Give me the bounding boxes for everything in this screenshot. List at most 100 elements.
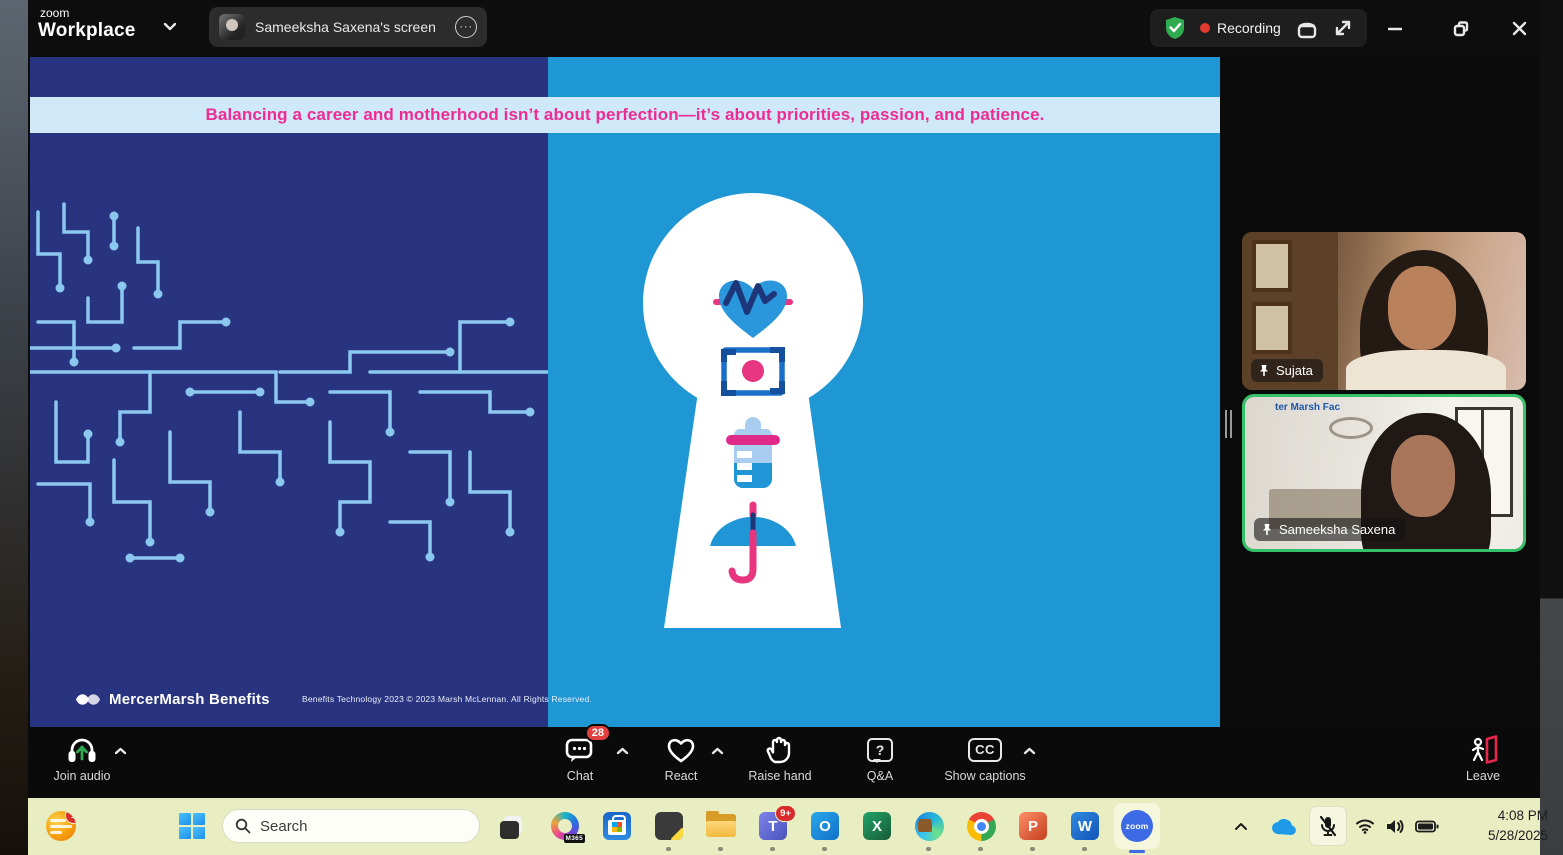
microsoft-store-button[interactable] [601, 810, 633, 842]
join-audio-label: Join audio [54, 769, 111, 783]
slide-right-panel [548, 57, 1220, 727]
maximize-button[interactable] [1438, 0, 1484, 57]
tray-overflow-chevron[interactable] [1226, 807, 1256, 845]
react-button[interactable]: React [626, 733, 736, 793]
keyhole-graphic [548, 133, 1220, 727]
microphone-muted-icon [1318, 815, 1338, 837]
clock-time: 4:08 PM [1423, 806, 1548, 826]
qa-label: Q&A [867, 769, 893, 783]
volume-tray-button[interactable] [1380, 807, 1410, 845]
more-options-icon[interactable]: ··· [455, 16, 477, 38]
shared-screen-tab[interactable]: Sameeksha Saxena's screen ··· [209, 7, 487, 47]
m365-label: M365 [564, 834, 585, 843]
mmb-logo-text: MercerMarsh Benefits [109, 691, 270, 708]
leave-door-icon [1467, 733, 1499, 767]
search-placeholder: Search [260, 818, 308, 835]
running-indicator [718, 847, 723, 851]
word-button[interactable]: W [1069, 810, 1101, 842]
task-view-button[interactable] [497, 810, 529, 842]
task-view-icon [500, 813, 526, 839]
file-explorer-button[interactable] [705, 810, 737, 842]
edge-button[interactable] [913, 810, 945, 842]
copilot-m365-button[interactable]: M365 [549, 810, 581, 842]
running-indicator [926, 847, 931, 851]
avatar [219, 14, 245, 40]
audio-options-chevron[interactable] [114, 747, 127, 755]
fullscreen-icon[interactable] [1333, 18, 1353, 38]
qa-icon: ? [867, 733, 893, 767]
video-tile-sujata[interactable]: Sujata [1242, 232, 1526, 390]
running-indicator [1030, 847, 1035, 851]
desktop-wallpaper-right [1540, 0, 1563, 855]
raised-hand-icon [766, 733, 794, 767]
mercer-marsh-benefits-logo: MercerMarsh Benefits [75, 691, 270, 708]
widgets-weather-icon: 1 [46, 811, 76, 841]
chat-button[interactable]: 28 Chat [525, 733, 635, 793]
participant-name: Sujata [1276, 363, 1313, 378]
recording-dot-icon [1200, 23, 1210, 33]
outlook-icon: O [811, 812, 839, 840]
chrome-button[interactable] [965, 810, 997, 842]
recording-label: Recording [1217, 20, 1281, 36]
react-options-chevron[interactable] [711, 747, 724, 755]
shared-slide: MercerMarsh Benefits [30, 57, 1220, 727]
leave-label: Leave [1466, 769, 1500, 783]
zoom-app-button-active[interactable]: zoom [1114, 803, 1160, 849]
running-indicator [666, 847, 671, 851]
powerpoint-button[interactable]: P [1017, 810, 1049, 842]
join-audio-button[interactable]: Join audio [27, 733, 137, 793]
participant-name-chip: Sameeksha Saxena [1254, 518, 1405, 541]
leave-button[interactable]: Leave [1428, 733, 1538, 793]
virtual-background-text: ter Marsh Fac [1275, 402, 1340, 413]
mmb-logo-mark [75, 691, 101, 708]
zoom-workplace-logo: zoom Workplace [38, 7, 136, 40]
windows-logo-icon [179, 813, 205, 839]
security-shield-icon[interactable] [1164, 16, 1186, 40]
minimize-button[interactable] [1372, 0, 1418, 57]
outlook-button[interactable]: O [809, 810, 841, 842]
chevron-down-icon[interactable] [163, 22, 177, 31]
chat-bubble-icon: 28 [563, 733, 597, 767]
cc-icon: CC [968, 733, 1002, 767]
edge-icon [915, 812, 944, 841]
slide-copyright: Benefits Technology 2023 © 2023 Marsh Mc… [302, 694, 592, 704]
widgets-button[interactable]: 1 [45, 810, 77, 842]
mic-muted-tray-button[interactable] [1310, 807, 1346, 845]
panel-resize-handle[interactable] [1225, 410, 1235, 438]
captions-options-chevron[interactable] [1023, 747, 1036, 755]
store-icon [603, 812, 631, 840]
recording-indicator[interactable]: Recording [1200, 20, 1281, 36]
titlebar: zoom Workplace Sameeksha Saxena's screen… [28, 0, 1540, 57]
wireless-display-icon[interactable] [1295, 17, 1319, 39]
desktop-wallpaper-left [0, 0, 28, 855]
raise-hand-button[interactable]: Raise hand [725, 733, 835, 793]
chrome-icon [967, 812, 996, 841]
notepad-button[interactable] [653, 810, 685, 842]
show-captions-button[interactable]: CC Show captions [930, 733, 1040, 793]
wifi-tray-button[interactable] [1350, 807, 1380, 845]
folder-icon [706, 814, 736, 838]
raise-hand-label: Raise hand [748, 769, 811, 783]
excel-button[interactable]: X [861, 810, 893, 842]
close-button[interactable] [1496, 0, 1542, 57]
shared-screen-tab-label: Sameeksha Saxena's screen [255, 19, 455, 35]
participant-name: Sameeksha Saxena [1279, 522, 1395, 537]
start-button[interactable] [176, 810, 208, 842]
react-label: React [665, 769, 698, 783]
onedrive-cloud-icon [1270, 818, 1296, 835]
qa-button[interactable]: ? Q&A [825, 733, 935, 793]
video-tile-sameeksha-active-speaker[interactable]: ter Marsh Fac Sameeksha Saxena [1242, 394, 1526, 552]
running-indicator [1082, 847, 1087, 851]
chat-label: Chat [567, 769, 593, 783]
meeting-toolbar: Join audio 28 Chat React [28, 727, 1540, 798]
taskbar-clock[interactable]: 4:08 PM 5/28/2025 [1423, 806, 1548, 847]
teams-badge: 9+ [775, 805, 796, 822]
pin-icon [1258, 364, 1270, 377]
windows-taskbar: 1 Search M365 T 9+ [28, 798, 1540, 855]
running-indicator [822, 847, 827, 851]
taskbar-search[interactable]: Search [222, 809, 480, 843]
slide-quote-text: Balancing a career and motherhood isn’t … [206, 105, 1045, 125]
teams-button[interactable]: T 9+ [757, 810, 789, 842]
onedrive-tray-button[interactable] [1266, 807, 1300, 845]
widgets-badge: 1 [65, 811, 76, 824]
